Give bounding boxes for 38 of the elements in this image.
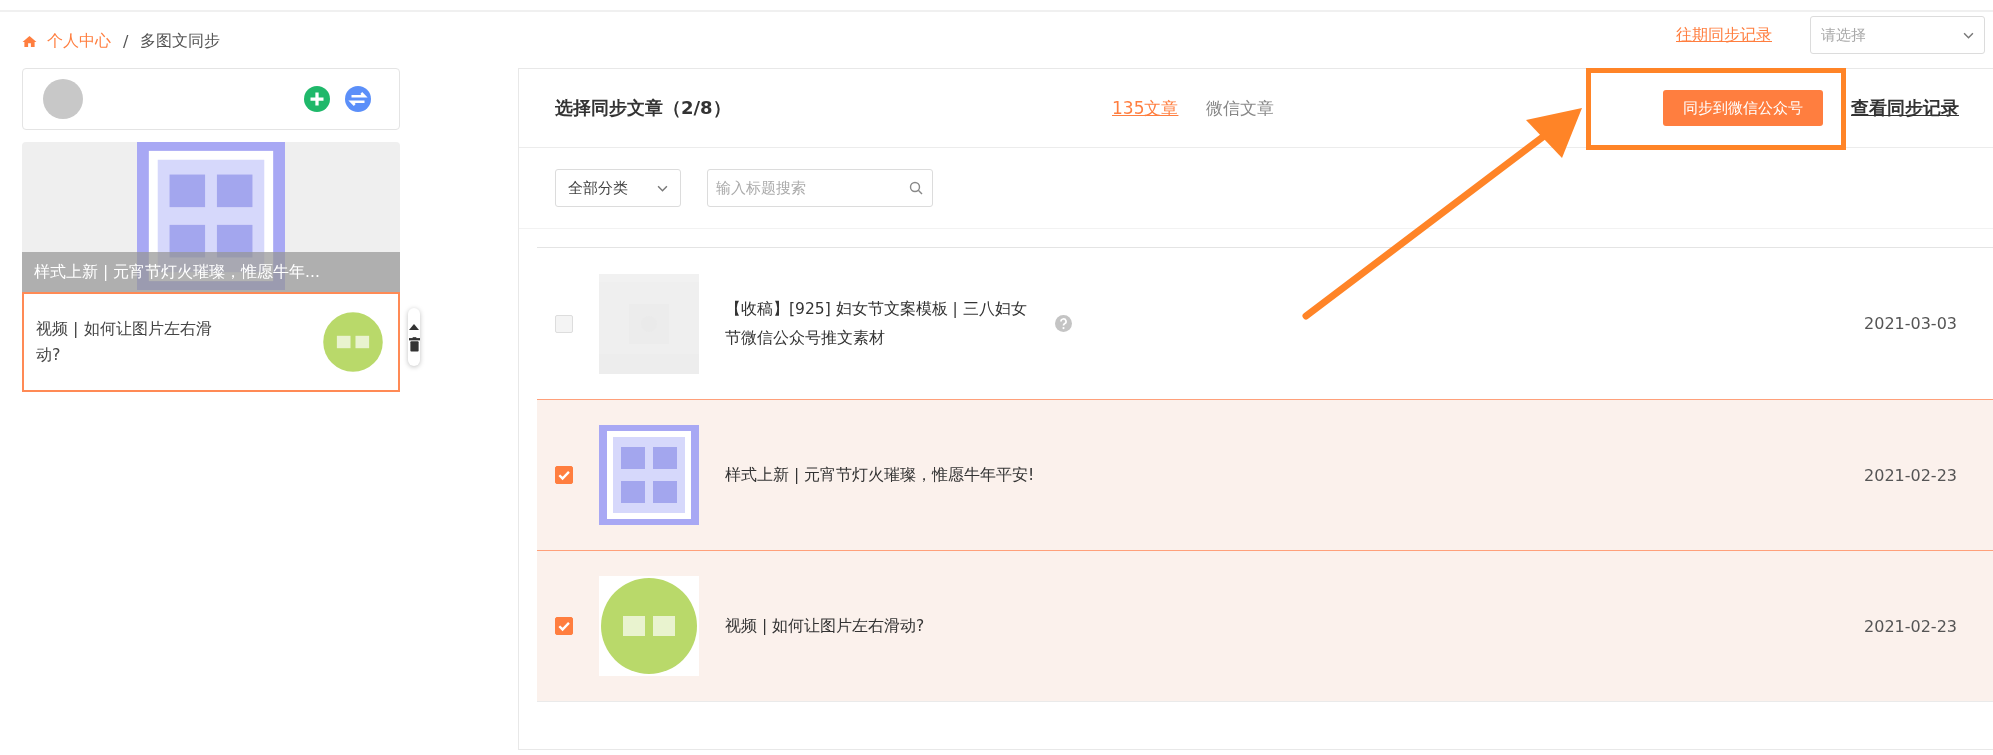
swap-icon[interactable] (345, 86, 371, 112)
search-field[interactable]: 输入标题搜索 (707, 169, 933, 207)
select-value: 全部分类 (568, 178, 628, 198)
tab[interactable]: 135文章 (1112, 96, 1179, 120)
category-select[interactable]: 全部分类 (555, 169, 681, 207)
history-link[interactable]: 往期同步记录 (1676, 24, 1772, 46)
avatar-icon (43, 79, 83, 119)
cover-title: 样式上新 | 元宵节灯火璀璨，惟愿牛年... (22, 252, 400, 292)
move-up-icon[interactable] (408, 322, 420, 331)
article-date: 2021-02-23 (1864, 616, 1957, 636)
article-title: 视频 | 如何让图片左右滑动? (36, 318, 213, 366)
article-title: 样式上新 | 元宵节灯火璀璨，惟愿牛年平安! (725, 464, 1036, 486)
breadcrumb-current: 多图文同步 (140, 30, 221, 52)
article-date: 2021-02-23 (1864, 465, 1957, 485)
cover-article[interactable]: 样式上新 | 元宵节灯火璀璨，惟愿牛年... (22, 142, 400, 292)
checkbox[interactable] (555, 617, 573, 635)
add-icon[interactable] (304, 86, 330, 112)
help-icon[interactable] (1055, 315, 1072, 332)
breadcrumb-separator: / (123, 31, 129, 51)
article-row[interactable]: 样式上新 | 元宵节灯火璀璨，惟愿牛年平安! 2021-02-23 (537, 399, 1993, 551)
home-icon (22, 34, 37, 48)
chevron-icon (657, 184, 668, 192)
search-icon (909, 181, 923, 195)
article-item[interactable]: 视频 | 如何让图片左右滑动? (22, 292, 400, 392)
chevron-icon (1963, 31, 1974, 39)
article-row[interactable]: 视频 | 如何让图片左右滑动? 2021-02-23 (537, 550, 1993, 702)
delete-icon[interactable] (408, 336, 420, 352)
select-placeholder: 请选择 (1821, 25, 1866, 45)
article-title: 【收稿】[925] 妇女节文案模板 | 三八妇女节微信公众号推文素材 (725, 298, 1028, 349)
article-title: 视频 | 如何让图片左右滑动? (725, 615, 926, 637)
account-select[interactable]: 请选择 (1810, 16, 1985, 54)
sync-button[interactable]: 同步到微信公众号 (1663, 90, 1823, 126)
panel-title: 选择同步文章（2/8） (555, 96, 732, 120)
checkbox[interactable] (555, 466, 573, 484)
sync-records-link[interactable]: 查看同步记录 (1851, 96, 1959, 120)
tab[interactable]: 微信文章 (1206, 96, 1275, 120)
breadcrumb-link[interactable]: 个人中心 (47, 30, 111, 52)
article-date: 2021-03-03 (1864, 314, 1957, 333)
